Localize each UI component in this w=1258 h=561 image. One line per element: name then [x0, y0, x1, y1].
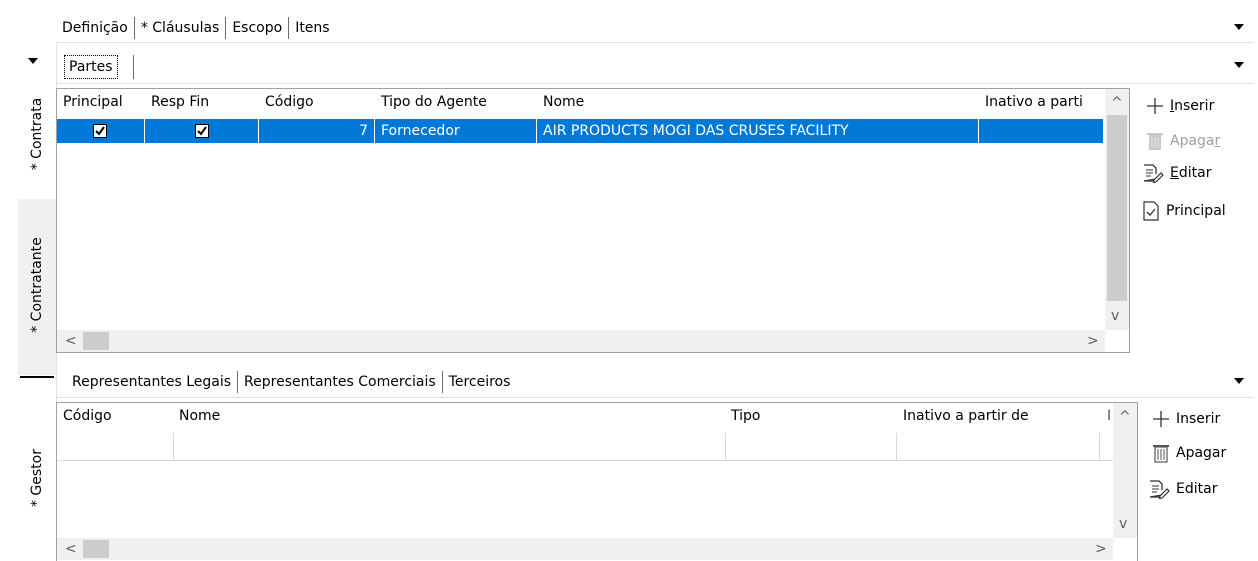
partes-delete-button[interactable]: Apaga r — [1146, 128, 1220, 154]
col-resp-fin[interactable]: Resp Fin — [145, 89, 259, 117]
partes-edit-button[interactable]: Editar — [1142, 160, 1211, 186]
cell-principal[interactable] — [57, 119, 145, 143]
cell-nome[interactable]: AIR PRODUCTS MOGI DAS CRUSES FACILITY — [537, 119, 979, 143]
partes-dropdown-icon[interactable] — [1234, 62, 1244, 68]
cell-divider — [173, 433, 174, 461]
partes-divider — [56, 83, 1254, 84]
checkbox-resp-fin[interactable] — [195, 124, 209, 138]
col-rep-tipo[interactable]: Tipo — [725, 403, 897, 431]
edit-icon — [1143, 164, 1164, 183]
principal-label: Principal — [1166, 203, 1226, 219]
representantes-grid[interactable]: Código Nome Tipo Inativo a partir de I ^… — [56, 402, 1138, 561]
partes-tab-label: Partes — [69, 59, 113, 75]
rep-insert-label: Inserir — [1176, 411, 1221, 427]
partes-insert-button[interactable]: Inserir — [1146, 93, 1214, 119]
trash-icon — [1147, 133, 1163, 150]
vtab-contratante[interactable]: * Contratante — [18, 199, 56, 375]
col-tipo-agente[interactable]: Tipo do Agente — [375, 89, 537, 117]
scroll-down-icon[interactable]: v — [1119, 517, 1127, 531]
cell-divider — [896, 433, 897, 461]
cell-tipo[interactable]: Fornecedor — [375, 119, 537, 143]
vtab-contrata[interactable]: * Contrata — [18, 66, 56, 216]
table-row[interactable]: 7 Fornecedor AIR PRODUCTS MOGI DAS CRUSE… — [57, 119, 1103, 143]
hscroll-thumb[interactable] — [83, 332, 109, 350]
representantes-divider — [56, 397, 1254, 398]
cell-divider — [1099, 433, 1100, 461]
vertical-tabs-dropdown-icon[interactable] — [28, 58, 38, 64]
col-rep-codigo[interactable]: Código — [57, 403, 173, 431]
representantes-dropdown-icon[interactable] — [1234, 378, 1244, 384]
hscroll-thumb[interactable] — [83, 540, 109, 558]
edit-label-post: ditar — [1178, 165, 1212, 181]
tab-representantes-comerciais[interactable]: Representantes Comerciais — [238, 371, 442, 393]
top-tabs-dropdown-icon[interactable] — [1234, 24, 1244, 30]
checkbox-principal[interactable] — [93, 124, 107, 138]
partes-grid[interactable]: Principal Resp Fin Código Tipo do Agente… — [56, 88, 1130, 353]
tab-definicao[interactable]: Definição — [56, 17, 134, 39]
cell-codigo[interactable]: 7 — [259, 119, 375, 143]
trash-icon — [1153, 445, 1169, 463]
scroll-left-icon[interactable]: < — [65, 334, 77, 348]
vtab-divider — [20, 376, 54, 378]
vtab-contratante-label: * Contratante — [29, 237, 45, 333]
top-tab-bar: Definição * Cláusulas Escopo Itens — [56, 16, 1246, 40]
col-rep-nome[interactable]: Nome — [173, 403, 725, 431]
scroll-right-icon[interactable]: > — [1087, 334, 1099, 348]
scroll-up-icon[interactable]: ^ — [1119, 410, 1131, 424]
tab-representantes-legais[interactable]: Representantes Legais — [66, 371, 237, 393]
delete-label-u: r — [1214, 133, 1221, 149]
tab-clausulas[interactable]: * Cláusulas — [135, 17, 226, 39]
vtab-gestor-label: * Gestor — [29, 448, 45, 508]
tab-terceiros[interactable]: Terceiros — [443, 371, 517, 393]
cell-resp-fin[interactable] — [145, 119, 259, 143]
rep-delete-button[interactable]: Apagar — [1152, 440, 1226, 466]
partes-principal-button[interactable]: Principal — [1142, 198, 1226, 224]
representantes-vscrollbar[interactable]: ^ v — [1113, 403, 1137, 538]
col-nome[interactable]: Nome — [537, 89, 977, 117]
cell-inativo[interactable] — [979, 119, 1103, 143]
col-inativo[interactable]: Inativo a parti — [979, 89, 1103, 117]
delete-label-pre: Apaga — [1170, 133, 1215, 149]
insert-label-post: nserir — [1174, 98, 1215, 114]
tab-escopo[interactable]: Escopo — [226, 17, 288, 39]
scroll-up-icon[interactable]: ^ — [1111, 96, 1123, 110]
rep-edit-label: Editar — [1176, 481, 1218, 497]
plus-icon — [1153, 411, 1169, 427]
partes-vscrollbar[interactable]: ^ v — [1105, 89, 1129, 330]
vtab-gestor[interactable]: * Gestor — [18, 384, 56, 561]
rep-insert-button[interactable]: Inserir — [1152, 406, 1220, 432]
edit-icon — [1149, 480, 1170, 499]
table-row-empty[interactable] — [57, 433, 1113, 461]
col-codigo[interactable]: Código — [259, 89, 377, 117]
scroll-thumb[interactable] — [1107, 115, 1127, 301]
scroll-down-icon[interactable]: v — [1111, 309, 1119, 323]
scroll-left-icon[interactable]: < — [65, 542, 77, 556]
rep-delete-label: Apagar — [1176, 445, 1227, 461]
partes-hscrollbar[interactable]: < > — [57, 330, 1105, 352]
scroll-right-icon[interactable]: > — [1095, 542, 1107, 556]
top-divider — [56, 42, 1254, 43]
tab-itens[interactable]: Itens — [289, 17, 335, 39]
edit-label-u: E — [1170, 165, 1179, 181]
plus-icon — [1147, 98, 1163, 114]
partes-tab[interactable]: Partes — [64, 55, 118, 79]
col-rep-inativo[interactable]: Inativo a partir de — [897, 403, 1101, 431]
cell-divider — [725, 433, 726, 461]
document-check-icon — [1143, 201, 1159, 221]
partes-tab-sep — [133, 55, 134, 79]
rep-edit-button[interactable]: Editar — [1148, 476, 1217, 502]
representantes-hscrollbar[interactable]: < > — [57, 538, 1113, 560]
vertical-tab-strip: * Contrata * Contratante * Gestor — [18, 44, 56, 561]
vtab-contrata-label: * Contrata — [29, 97, 45, 171]
representantes-tab-bar: Representantes Legais Representantes Com… — [66, 370, 516, 394]
col-principal[interactable]: Principal — [57, 89, 145, 117]
